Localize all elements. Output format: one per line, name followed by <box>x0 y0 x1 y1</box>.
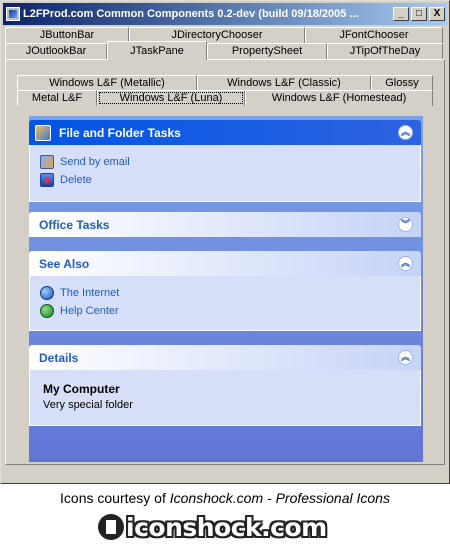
group-header-details[interactable]: Details ︽ <box>29 345 421 370</box>
collapse-icon[interactable]: ︽ <box>398 256 413 271</box>
details-subtitle: Very special folder <box>43 399 133 411</box>
tab-propertysheet[interactable]: PropertySheet <box>207 43 327 60</box>
tab-metal[interactable]: Metal L&F <box>17 90 97 106</box>
credit-prefix: Icons courtesy of <box>60 490 170 506</box>
credit-suffix: - Professional Icons <box>263 490 390 506</box>
task-help-center[interactable]: Help Center <box>40 302 410 320</box>
group-see-also: See Also ︽ The Internet Help Center <box>29 251 421 331</box>
task-label: Help Center <box>60 305 119 317</box>
tab-windows-homestead[interactable]: Windows L&F (Homestead) <box>245 90 433 106</box>
lookandfeel-tab-row-2: Metal L&F Windows L&F (Luna) Windows L&F… <box>17 90 433 106</box>
group-details: Details ︽ My Computer Very special folde… <box>29 345 421 426</box>
tab-windows-metallic[interactable]: Windows L&F (Metallic) <box>17 75 197 91</box>
tab-jtaskpane[interactable]: JTaskPane <box>107 41 207 60</box>
app-icon[interactable] <box>6 7 20 21</box>
tab-windows-luna[interactable]: Windows L&F (Luna) <box>97 90 245 106</box>
delete-icon <box>40 173 54 187</box>
credit-site: Iconshock.com <box>169 490 264 506</box>
group-title: See Also <box>39 256 90 271</box>
outer-tab-row-2: JOutlookBar JTaskPane PropertySheet JTip… <box>5 41 443 60</box>
collapse-icon[interactable]: ︽ <box>398 350 413 365</box>
group-body: My Computer Very special folder <box>29 370 421 426</box>
email-icon <box>40 155 54 169</box>
iconshock-logo-icon <box>98 514 124 540</box>
collapse-icon[interactable]: ︽ <box>398 125 413 140</box>
group-header-see-also[interactable]: See Also ︽ <box>29 251 421 276</box>
close-button[interactable]: X <box>429 7 445 21</box>
task-delete[interactable]: Delete <box>40 171 410 189</box>
details-title: My Computer <box>43 382 120 396</box>
task-send-by-email[interactable]: Send by email <box>40 153 410 171</box>
group-body: Send by email Delete <box>29 145 421 202</box>
outer-tab-row-1: JButtonBar JDirectoryChooser JFontChoose… <box>5 27 443 44</box>
iconshock-logo: iconshock.com <box>98 511 327 543</box>
group-header-office-tasks[interactable]: Office Tasks ︾ <box>29 212 421 237</box>
task-label: Delete <box>60 174 92 186</box>
minimize-button[interactable]: _ <box>393 7 409 21</box>
maximize-button[interactable]: □ <box>411 7 427 21</box>
lookandfeel-tab-row-1: Windows L&F (Metallic) Windows L&F (Clas… <box>17 75 433 91</box>
tab-windows-classic[interactable]: Windows L&F (Classic) <box>197 75 371 91</box>
tab-jfontchooser[interactable]: JFontChooser <box>305 27 443 44</box>
tab-joutlookbar[interactable]: JOutlookBar <box>5 43 107 60</box>
group-header-file-folder-tasks[interactable]: File and Folder Tasks ︽ <box>29 120 421 145</box>
expand-icon[interactable]: ︾ <box>398 217 413 232</box>
group-title: Office Tasks <box>39 217 110 232</box>
group-body: The Internet Help Center <box>29 276 421 331</box>
globe-icon <box>40 286 54 300</box>
logo-text: iconshock.com <box>126 512 327 542</box>
folder-tasks-icon <box>35 124 51 141</box>
title-bar[interactable]: L2FProd.com Common Components 0.2-dev (b… <box>3 3 447 25</box>
icon-credit: Icons courtesy of Iconshock.com - Profes… <box>0 490 450 506</box>
task-label: The Internet <box>60 287 120 299</box>
help-icon <box>40 304 54 318</box>
group-file-folder-tasks: File and Folder Tasks ︽ Send by email De… <box>29 120 421 202</box>
task-label: Send by email <box>60 156 130 168</box>
app-window: L2FProd.com Common Components 0.2-dev (b… <box>0 0 450 484</box>
task-pane: File and Folder Tasks ︽ Send by email De… <box>29 116 423 462</box>
group-title: Details <box>39 350 79 365</box>
group-office-tasks: Office Tasks ︾ <box>29 212 421 237</box>
window-title: L2FProd.com Common Components 0.2-dev (b… <box>23 8 359 20</box>
tab-jtipoftheday[interactable]: JTipOfTheDay <box>327 43 443 60</box>
tab-glossy[interactable]: Glossy <box>371 75 433 91</box>
group-title: File and Folder Tasks <box>59 125 181 140</box>
task-the-internet[interactable]: The Internet <box>40 284 410 302</box>
